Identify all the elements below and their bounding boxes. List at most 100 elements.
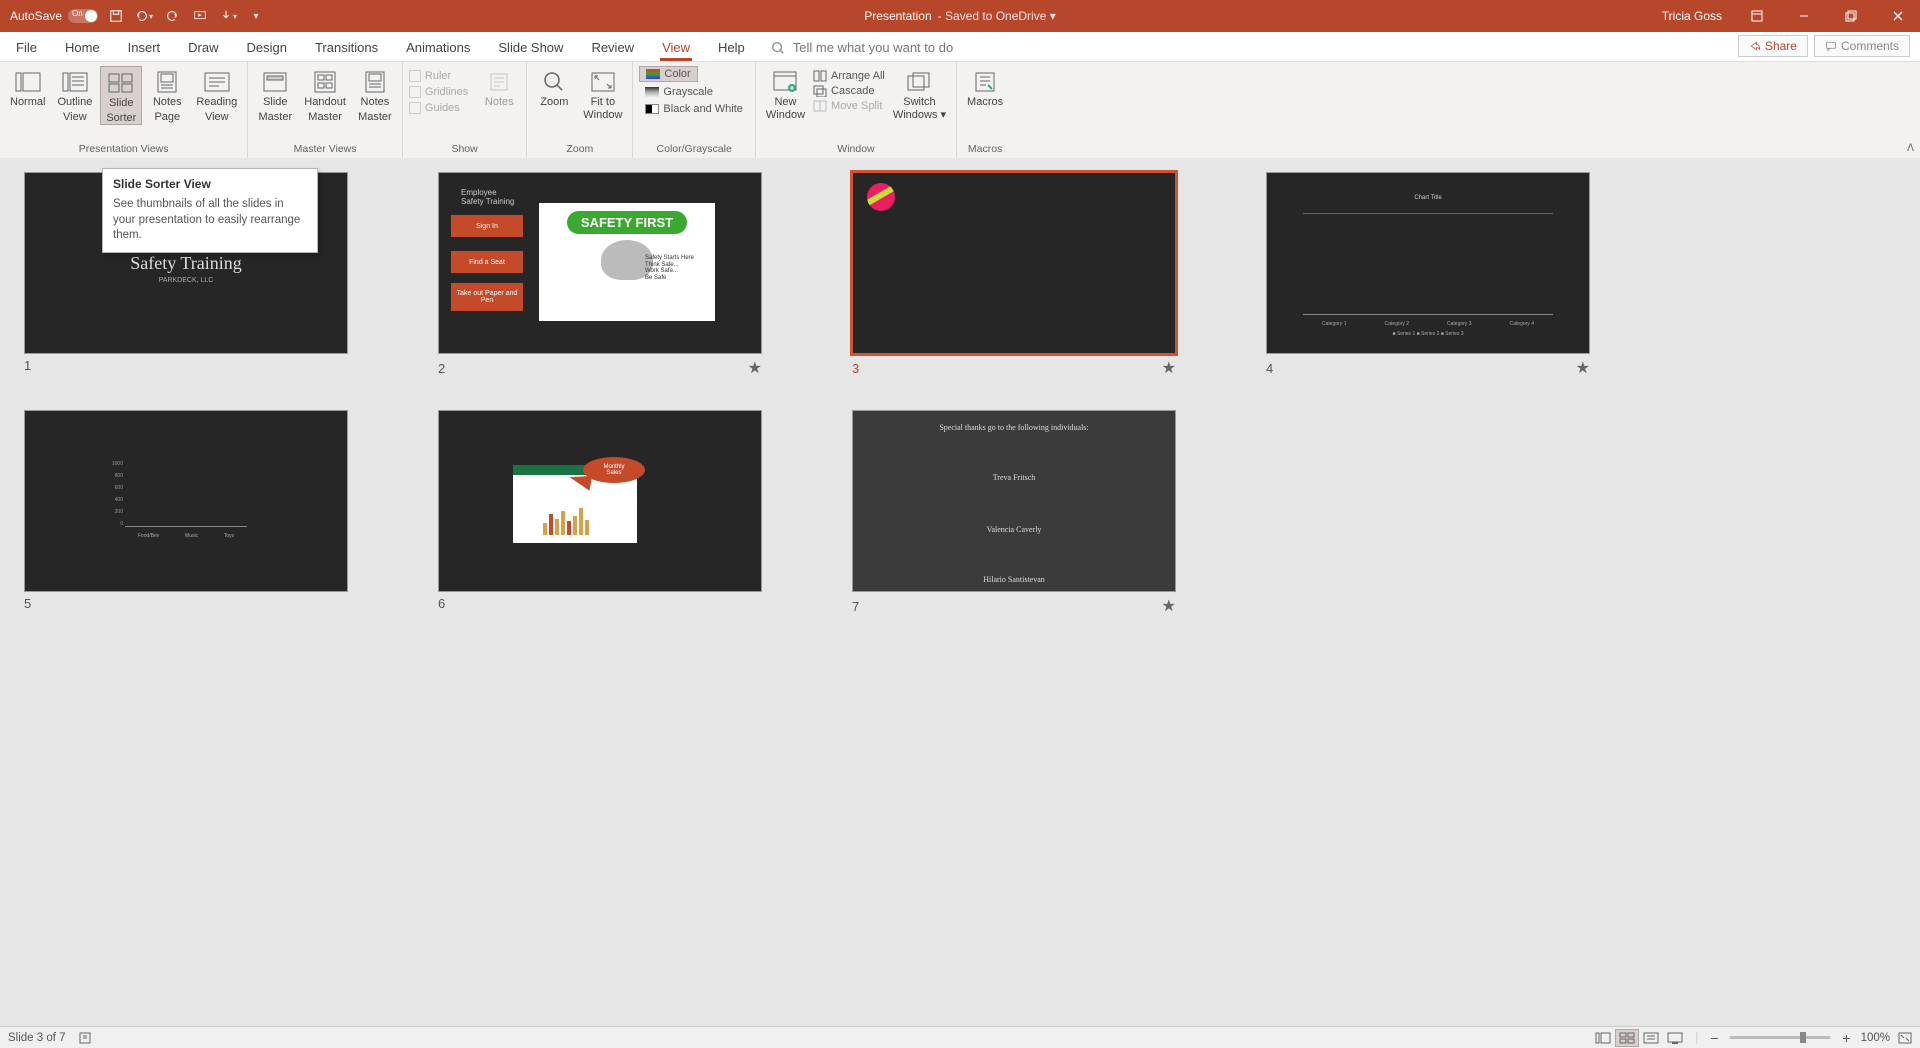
zoom-label: Zoom (540, 96, 568, 109)
x1: Category 1 (1322, 321, 1346, 327)
color-label: Color (664, 68, 690, 80)
guides-checkbox: Guides (409, 102, 468, 114)
chart-title: Chart Title (1303, 195, 1553, 201)
slide-sorter-button[interactable]: SlideSorter (100, 66, 142, 125)
hm-l2: Master (308, 111, 342, 124)
qat-customize-icon[interactable]: ▾ (246, 6, 266, 26)
normal-view-button[interactable]: Normal (6, 66, 49, 109)
slide-thumb-3[interactable]: 3★ (852, 172, 1176, 378)
tab-file[interactable]: File (14, 40, 39, 61)
tab-design[interactable]: Design (245, 40, 289, 61)
fit-to-window-button[interactable]: Fit to Window (579, 66, 626, 121)
macros-label: Macros (967, 96, 1003, 109)
outline-view-button[interactable]: OutlineView (53, 66, 96, 123)
tab-view[interactable]: View (660, 40, 692, 61)
color-button[interactable]: Color (639, 66, 697, 82)
x3: Toys (224, 533, 234, 539)
close-icon[interactable] (1875, 0, 1920, 32)
accessibility-icon[interactable] (78, 1031, 92, 1045)
tooltip-slide-sorter: Slide Sorter View See thumbnails of all … (102, 168, 318, 253)
collapse-ribbon-icon[interactable]: ᐱ (1907, 143, 1914, 154)
reading-view-button[interactable]: ReadingView (192, 66, 241, 123)
notes-master-button[interactable]: NotesMaster (354, 66, 396, 123)
zoom-out-icon[interactable]: − (1706, 1030, 1722, 1046)
slide2-safety-text: Safety Starts Here Think Safe... Work Sa… (645, 255, 697, 281)
touch-mode-icon[interactable]: ▾ (218, 6, 238, 26)
tab-slideshow[interactable]: Slide Show (496, 40, 565, 61)
handout-master-button[interactable]: Handout Master (300, 66, 350, 123)
comments-button[interactable]: Comments (1814, 35, 1910, 57)
slide-number: 6 (438, 596, 445, 611)
minimize-icon[interactable] (1781, 0, 1826, 32)
arrange-all-button[interactable]: Arrange All (813, 70, 885, 82)
tab-animations[interactable]: Animations (404, 40, 472, 61)
cascade-label: Cascade (831, 85, 874, 97)
tab-help[interactable]: Help (716, 40, 747, 61)
slide-number: 5 (24, 596, 31, 611)
tab-insert[interactable]: Insert (126, 40, 163, 61)
doc-saved-status[interactable]: - Saved to OneDrive ▾ (938, 9, 1056, 23)
zoom-button[interactable]: Zoom (533, 66, 575, 109)
switch-windows-button[interactable]: Switch Windows ▾ (889, 66, 950, 121)
tooltip-description: See thumbnails of all the slides in your… (113, 197, 307, 244)
slide7-line3: Valencia Caverly (853, 525, 1175, 534)
notes-page-button[interactable]: NotesPage (146, 66, 188, 123)
sm-l1: Slide (263, 96, 287, 109)
x2: Category 2 (1385, 321, 1409, 327)
save-icon[interactable] (106, 6, 126, 26)
slide-thumb-2[interactable]: Employee Safety Training Sign In Find a … (438, 172, 762, 378)
slide-thumb-4[interactable]: Chart Title Category 1Category 2Category… (1266, 172, 1590, 378)
group-zoom: Zoom Fit to Window Zoom (527, 62, 633, 158)
grayscale-button[interactable]: Grayscale (639, 85, 719, 99)
animation-icon: ★ (1162, 596, 1176, 616)
share-label: Share (1765, 39, 1797, 53)
slide-master-button[interactable]: SlideMaster (254, 66, 296, 123)
group-label-color: Color/Grayscale (657, 141, 732, 158)
slide7-line4: Hilario Santistevan (853, 575, 1175, 584)
slide-thumb-7[interactable]: Special thanks go to the following indiv… (852, 410, 1176, 616)
tab-home[interactable]: Home (63, 40, 102, 61)
normal-view-icon[interactable] (1591, 1029, 1615, 1047)
tab-review[interactable]: Review (589, 40, 636, 61)
hm-l1: Handout (304, 96, 346, 109)
group-color-grayscale: Color Grayscale Black and White Color/Gr… (633, 62, 755, 158)
share-button[interactable]: Share (1738, 35, 1808, 57)
slide1-title: Safety Training (25, 253, 347, 274)
sorter-view-icon[interactable] (1615, 1029, 1639, 1047)
restore-icon[interactable] (1828, 0, 1873, 32)
black-white-button[interactable]: Black and White (639, 102, 748, 116)
user-name[interactable]: Tricia Goss (1662, 9, 1722, 23)
slide-thumb-5[interactable]: 10008006004002000 Food/BevMusicToys 5 (24, 410, 348, 616)
macros-button[interactable]: Macros (963, 66, 1007, 109)
ribbon-display-icon[interactable] (1734, 0, 1779, 32)
redo-icon[interactable] (162, 6, 182, 26)
animation-icon: ★ (1576, 358, 1590, 378)
tab-draw[interactable]: Draw (186, 40, 220, 61)
reading-view-icon[interactable] (1639, 1029, 1663, 1047)
zoom-in-icon[interactable]: + (1838, 1030, 1854, 1046)
slideshow-view-icon[interactable] (1663, 1029, 1687, 1047)
zoom-slider[interactable] (1730, 1036, 1830, 1039)
group-window: New Window Arrange All Cascade Move Spli… (756, 62, 957, 158)
bw-label: Black and White (663, 103, 742, 115)
tab-transitions[interactable]: Transitions (313, 40, 380, 61)
fit-to-window-icon[interactable] (1898, 1032, 1912, 1044)
zoom-value[interactable]: 100% (1861, 1032, 1890, 1044)
notes-button[interactable]: Notes (478, 66, 520, 109)
slide-thumb-6[interactable]: Monthly Sales 6 (438, 410, 762, 616)
autosave-toggle[interactable]: AutoSave On (10, 9, 98, 23)
undo-icon[interactable]: ▾ (134, 6, 154, 26)
switch-windows-label: Switch Windows ▾ (893, 96, 946, 121)
slide-sorter-area[interactable]: Safety Training PARKDECK, LLC 1 Employee… (0, 158, 1920, 1026)
sorter-l2: Sorter (106, 112, 136, 125)
share-icon (1749, 40, 1761, 52)
slide4-chart: Chart Title Category 1Category 2Category… (1303, 213, 1553, 329)
slide5-chart: 10008006004002000 Food/BevMusicToys (125, 461, 247, 541)
slide-number: 7 (852, 599, 859, 614)
from-beginning-icon[interactable] (190, 6, 210, 26)
nm-l1: Notes (361, 96, 390, 109)
tell-me-search[interactable]: Tell me what you want to do (771, 40, 953, 61)
new-window-button[interactable]: New Window (762, 66, 809, 121)
tooltip-title: Slide Sorter View (113, 177, 307, 191)
cascade-button[interactable]: Cascade (813, 85, 885, 97)
